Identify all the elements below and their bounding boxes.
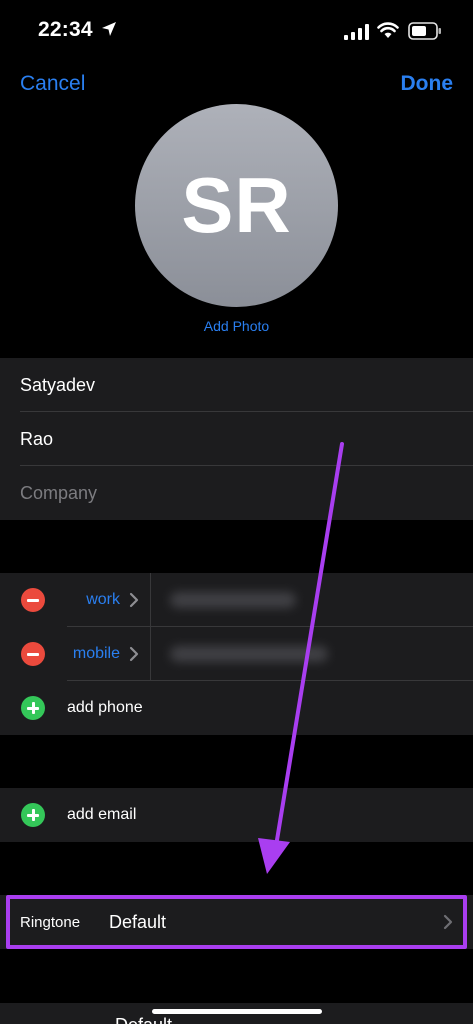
company-placeholder: Company	[20, 482, 98, 503]
status-bar: 22:34	[0, 0, 473, 60]
first-name-value: Satyadev	[20, 374, 96, 395]
minus-icon	[27, 598, 39, 602]
battery-icon	[408, 22, 441, 40]
minus-icon	[27, 652, 39, 656]
phone-number-field[interactable]	[170, 592, 296, 608]
add-email-row[interactable]: add email	[0, 788, 473, 842]
phone-row-work: work	[0, 573, 473, 627]
phone-row-mobile: mobile	[0, 627, 473, 681]
location-arrow-icon	[102, 22, 116, 36]
first-name-field[interactable]: Satyadev	[0, 358, 473, 412]
add-phone-label: add phone	[67, 699, 143, 716]
add-photo-link[interactable]: Add Photo	[0, 318, 473, 334]
phone-group: work mobile add phone	[0, 573, 473, 735]
add-phone-button[interactable]	[21, 696, 45, 720]
phone-number-field[interactable]	[170, 646, 328, 662]
cancel-button[interactable]: Cancel	[20, 72, 85, 96]
text-tone-value: Default	[115, 1015, 172, 1024]
home-indicator[interactable]	[152, 1009, 322, 1014]
ringtone-label: Ringtone	[20, 913, 81, 931]
remove-phone-button[interactable]	[21, 588, 45, 612]
chevron-right-icon	[443, 914, 453, 930]
chevron-right-icon	[129, 646, 139, 662]
last-name-value: Rao	[20, 428, 54, 449]
ringtone-row[interactable]: Ringtone Default	[0, 895, 473, 949]
add-email-label: add email	[67, 806, 137, 823]
name-fields-group: Satyadev Rao Company	[0, 358, 473, 520]
plus-icon	[27, 702, 39, 714]
ringtone-group: Ringtone Default	[0, 895, 473, 949]
ringtone-value: Default	[109, 911, 167, 932]
cellular-signal-icon	[344, 24, 369, 40]
remove-phone-button[interactable]	[21, 642, 45, 666]
wifi-icon	[377, 22, 399, 38]
done-button[interactable]: Done	[401, 72, 454, 96]
avatar[interactable]: SR	[135, 104, 338, 307]
divider	[150, 573, 151, 627]
status-time: 22:34	[38, 18, 93, 41]
avatar-initials: SR	[181, 161, 292, 249]
plus-icon	[27, 809, 39, 821]
company-field[interactable]: Company	[0, 466, 473, 520]
add-phone-row[interactable]: add phone	[0, 681, 473, 735]
email-group: add email	[0, 788, 473, 842]
add-email-button[interactable]	[21, 803, 45, 827]
divider	[150, 627, 151, 681]
chevron-right-icon	[129, 592, 139, 608]
phone-label-work[interactable]: work	[86, 591, 120, 609]
phone-label-mobile[interactable]: mobile	[73, 645, 120, 663]
last-name-field[interactable]: Rao	[0, 412, 473, 466]
